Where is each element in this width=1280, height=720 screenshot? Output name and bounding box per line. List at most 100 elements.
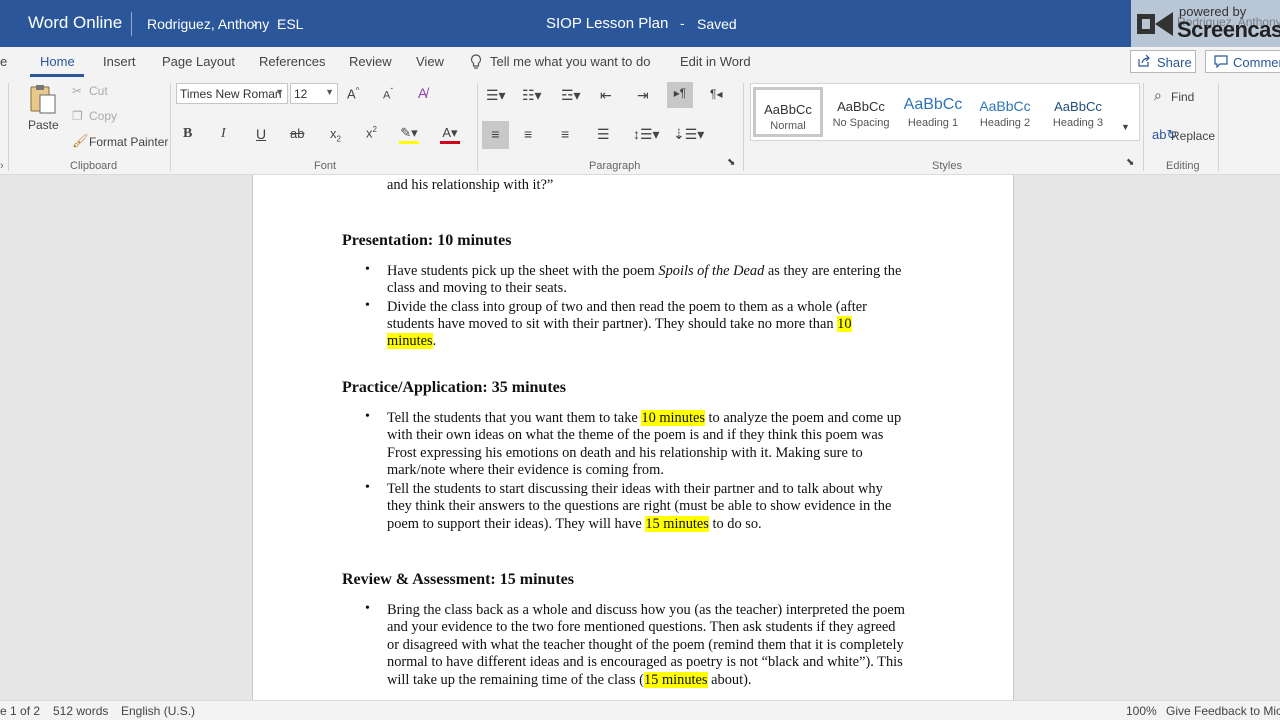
style-name: Heading 1 xyxy=(907,117,959,129)
breadcrumb-folder[interactable]: ESL xyxy=(277,16,303,32)
tab-review[interactable]: Review xyxy=(349,54,392,69)
highlighted-text: 10 xyxy=(837,316,852,332)
style-heading-3[interactable]: AaBbCc Heading 3 xyxy=(1043,87,1113,137)
comments-button[interactable]: Comments xyxy=(1205,50,1280,73)
replace-button[interactable]: Replace xyxy=(1171,129,1215,143)
comments-label: Comments xyxy=(1233,55,1280,70)
shrink-font-icon[interactable]: Aˇ xyxy=(383,87,393,102)
tab-insert[interactable]: Insert xyxy=(103,54,136,69)
tab-home[interactable]: Home xyxy=(40,54,75,69)
highlight-icon[interactable]: ✎▾ xyxy=(399,125,419,144)
text-run: Tell the students that you want them to … xyxy=(387,410,642,426)
app-name-link[interactable]: Word Online xyxy=(28,13,122,33)
paste-icon xyxy=(30,85,56,114)
rtl-paragraph-icon[interactable]: ¶◂ xyxy=(710,87,722,101)
paragraph-line: and his relationship with it?” xyxy=(387,177,554,193)
bullets-icon[interactable]: ☰▾ xyxy=(486,87,506,104)
text-run: students have moved to sit with their pa… xyxy=(387,316,838,332)
numbering-icon[interactable]: ☷▾ xyxy=(522,87,542,104)
lightbulb-icon xyxy=(470,54,482,73)
list-item-continuation: class and moving to their seats. xyxy=(387,280,567,296)
chevron-right-icon: › xyxy=(253,14,258,30)
tab-page-layout[interactable]: Page Layout xyxy=(162,54,235,69)
bullet-marker: • xyxy=(365,480,370,495)
section-heading-practice: Practice/Application: 35 minutes xyxy=(342,379,566,396)
text-run: poem to support their ideas). They will … xyxy=(387,516,646,532)
tell-me-search[interactable]: Tell me what you want to do xyxy=(490,54,650,69)
align-left-icon[interactable]: ≡ xyxy=(482,121,509,149)
list-item-continuation: students have moved to sit with their pa… xyxy=(387,316,927,333)
tab-edit-in-word[interactable]: Edit in Word xyxy=(680,54,751,69)
list-item-continuation: normal to have different ideas and is en… xyxy=(387,654,903,670)
group-separator xyxy=(743,83,744,171)
strikethrough-icon[interactable]: ab xyxy=(290,126,304,141)
breadcrumb-user[interactable]: Rodriguez, Anthony xyxy=(147,16,269,32)
styles-more-chevron-icon[interactable]: ▼ xyxy=(1121,122,1130,132)
list-item-continuation: minutes. xyxy=(387,333,927,350)
paste-label: Paste xyxy=(28,118,59,132)
italic-icon[interactable]: I xyxy=(221,126,226,142)
grow-font-icon[interactable]: A^ xyxy=(347,86,359,101)
share-button[interactable]: Share xyxy=(1130,50,1196,73)
font-color-icon[interactable]: A▾ xyxy=(440,125,460,144)
give-feedback-link[interactable]: Give Feedback to Microsoft xyxy=(1166,704,1280,718)
justify-icon[interactable]: ☰ xyxy=(597,126,610,143)
paste-button[interactable]: Paste xyxy=(24,83,62,133)
section-heading-review: Review & Assessment: 15 minutes xyxy=(342,571,574,588)
align-center-icon[interactable]: ≡ xyxy=(524,126,532,142)
align-right-icon[interactable]: ≡ xyxy=(561,126,569,142)
paragraph-spacing-icon[interactable]: ⇣☰▾ xyxy=(673,126,704,143)
bullet-marker: • xyxy=(365,262,370,277)
document-page[interactable]: and his relationship with it?” Presentat… xyxy=(252,175,1014,700)
styles-dialog-launcher-icon[interactable]: ⬊ xyxy=(1126,157,1134,168)
word-count: 512 words xyxy=(53,704,109,718)
superscript-icon[interactable]: x2 xyxy=(366,125,377,140)
find-button[interactable]: Find xyxy=(1171,90,1194,104)
format-painter-button[interactable]: Format Painter xyxy=(89,135,168,149)
format-painter-icon: 🖌 xyxy=(72,133,89,148)
multilevel-list-icon[interactable]: ☲▾ xyxy=(561,87,581,104)
style-normal[interactable]: AaBbCc Normal xyxy=(753,87,823,137)
list-item: Tell the students to start discussing th… xyxy=(387,481,883,497)
highlighted-text: 10 minutes xyxy=(641,410,705,426)
share-icon xyxy=(1137,54,1151,71)
cut-button[interactable]: Cut xyxy=(89,84,108,98)
chevron-down-icon: ▼ xyxy=(325,87,334,97)
clear-formatting-icon[interactable]: A̸ xyxy=(418,85,427,101)
subscript-icon[interactable]: x2 xyxy=(330,126,341,144)
line-spacing-icon[interactable]: ↕☰▾ xyxy=(633,126,660,143)
paragraph-dialog-launcher-icon[interactable]: ⬊ xyxy=(727,157,735,168)
tab-view[interactable]: View xyxy=(416,54,444,69)
font-size-select[interactable]: 12 ▼ xyxy=(290,83,338,104)
decrease-indent-icon[interactable]: ⇤ xyxy=(600,87,612,104)
bullet-marker: • xyxy=(365,601,370,616)
text-run: about). xyxy=(707,672,752,688)
style-no-spacing[interactable]: AaBbCc No Spacing xyxy=(826,87,896,137)
list-item-continuation: poem to support their ideas). They will … xyxy=(387,516,927,533)
style-heading-1[interactable]: AaBbCc Heading 1 xyxy=(898,87,968,137)
underline-icon[interactable]: U xyxy=(256,126,266,142)
font-family-select[interactable]: Times New Roman ▼ xyxy=(176,83,288,104)
tab-references[interactable]: References xyxy=(259,54,325,69)
group-separator xyxy=(477,83,478,171)
poem-title: Spoils of the Dead xyxy=(658,263,765,279)
font-family-value: Times New Roman xyxy=(180,87,282,101)
comment-icon xyxy=(1214,55,1228,71)
bold-icon[interactable]: B xyxy=(183,126,192,142)
screencast-logo-icon xyxy=(1137,12,1173,36)
text-run: Have students pick up the sheet with the… xyxy=(387,263,659,279)
increase-indent-icon[interactable]: ⇥ xyxy=(637,87,649,104)
copy-button[interactable]: Copy xyxy=(89,109,117,123)
document-title[interactable]: SIOP Lesson Plan xyxy=(546,15,668,32)
style-sample: AaBbCc xyxy=(764,102,812,117)
tab-file[interactable]: e xyxy=(0,54,7,69)
find-icon: ⌕ xyxy=(1154,87,1162,103)
title-separator xyxy=(131,12,132,36)
ltr-paragraph-icon[interactable]: ▸¶ xyxy=(667,82,693,108)
ribbon-left-edge: › xyxy=(0,160,4,172)
list-item-continuation: Frost expressing his emotions on death a… xyxy=(387,445,863,461)
language-indicator[interactable]: English (U.S.) xyxy=(121,704,195,718)
zoom-level[interactable]: 100% xyxy=(1126,704,1157,718)
style-heading-2[interactable]: AaBbCc Heading 2 xyxy=(970,87,1040,137)
save-status: Saved xyxy=(697,16,737,32)
